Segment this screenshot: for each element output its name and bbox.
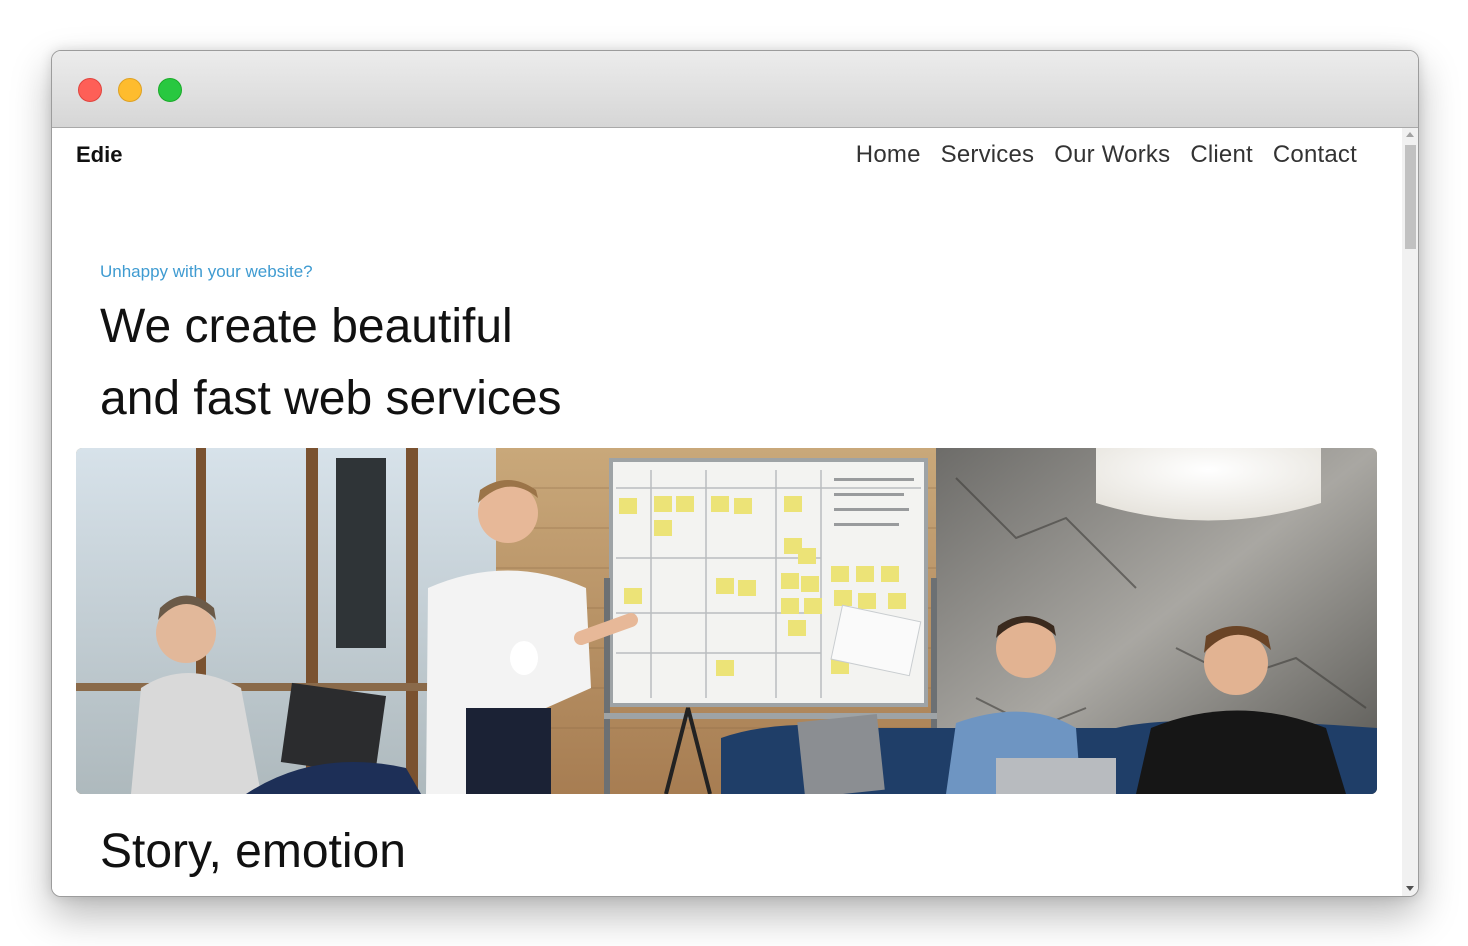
scrollbar-thumb[interactable]	[1405, 145, 1416, 249]
scroll-down-arrow-icon[interactable]	[1406, 886, 1414, 891]
hero-headline-line-1: We create beautiful	[100, 300, 513, 353]
minimize-window-button[interactable]	[118, 78, 142, 102]
page-viewport: Edie Home Services Our Works Client Cont…	[52, 128, 1402, 896]
window-titlebar	[52, 51, 1418, 128]
nav-our-works[interactable]: Our Works	[1054, 141, 1170, 169]
close-window-button[interactable]	[78, 78, 102, 102]
scroll-up-arrow-icon[interactable]	[1406, 132, 1414, 137]
hero-eyebrow: Unhappy with your website?	[100, 262, 313, 281]
nav-home[interactable]: Home	[856, 141, 921, 169]
nav-contact[interactable]: Contact	[1273, 141, 1357, 169]
section-title: Story, emotion	[100, 825, 406, 878]
nav-services[interactable]: Services	[941, 141, 1035, 169]
hero-headline: We create beautiful and fast web service…	[100, 291, 800, 435]
vertical-scrollbar[interactable]	[1402, 128, 1418, 896]
maximize-window-button[interactable]	[158, 78, 182, 102]
hero-image	[76, 448, 1377, 794]
main-nav: Home Services Our Works Client Contact	[836, 141, 1357, 169]
browser-window: Edie Home Services Our Works Client Cont…	[51, 50, 1419, 897]
hero-headline-line-2: and fast web services	[100, 372, 562, 425]
nav-client[interactable]: Client	[1190, 141, 1253, 169]
brand-logo[interactable]: Edie	[76, 142, 122, 168]
